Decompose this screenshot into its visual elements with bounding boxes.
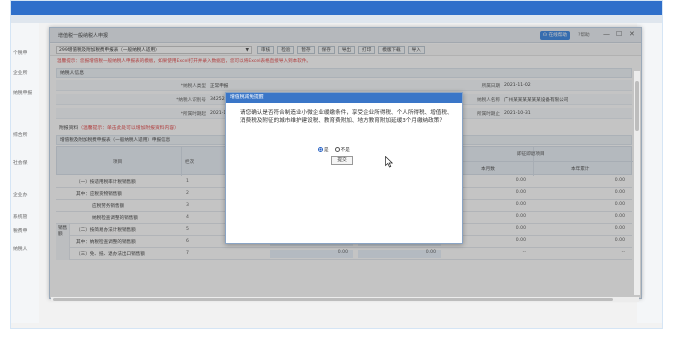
option-no-label: 不是 <box>340 148 350 153</box>
bg-menu-item[interactable]: 综合所 <box>13 131 37 138</box>
option-no[interactable]: 不是 <box>334 147 350 153</box>
option-yes-label: 是 <box>324 148 329 153</box>
declaration-window: 增值税一般纳税人申报 ☊ 在线帮助 ?帮助 — ☐ ✕ 299增值税及附加税费申… <box>49 27 642 299</box>
radio-selected-icon <box>318 147 323 152</box>
bg-menu-item[interactable]: 税费申 <box>13 227 37 234</box>
submit-button[interactable]: 提交 <box>331 156 353 165</box>
dialog-message: 请您确认是否符合制造业小微企业缓缴条件，享受企业所得税、个人所得税、增值税、消费… <box>240 110 453 124</box>
confirm-dialog: 增值税减免提醒 请您确认是否符合制造业小微企业缓缴条件，享受企业所得税、个人所得… <box>225 92 463 244</box>
bg-menu-item[interactable]: 纳税申报 <box>13 89 37 96</box>
scroll-thumb[interactable] <box>53 298 613 301</box>
dialog-title: 增值税减免提醒 <box>226 93 462 103</box>
background-strip <box>11 15 662 23</box>
scroll-thumb[interactable] <box>635 81 639 131</box>
desktop-background: 个税申 企业所 纳税申报 综合所 社会保 企业办 系统管 税费申 纳税人 增值税… <box>10 0 663 329</box>
horizontal-scrollbar[interactable] <box>51 297 639 302</box>
radio-icon <box>334 147 340 152</box>
dialog-options: 是 不是 <box>318 147 350 153</box>
bg-menu-item[interactable]: 企业办 <box>13 191 37 198</box>
background-top-bar <box>11 1 662 15</box>
bg-menu-item[interactable]: 社会保 <box>13 159 37 166</box>
option-yes[interactable]: 是 <box>318 147 329 153</box>
vertical-scrollbar[interactable] <box>634 71 640 295</box>
background-left-menu: 个税申 企业所 纳税申报 综合所 社会保 企业办 系统管 税费申 纳税人 <box>11 23 39 323</box>
mouse-cursor-icon <box>385 156 393 168</box>
bg-menu-item[interactable]: 系统管 <box>13 213 37 220</box>
bg-menu-item[interactable]: 纳税人 <box>13 245 37 252</box>
bg-menu-item[interactable]: 企业所 <box>13 69 37 76</box>
bg-menu-item[interactable]: 个税申 <box>13 49 37 56</box>
